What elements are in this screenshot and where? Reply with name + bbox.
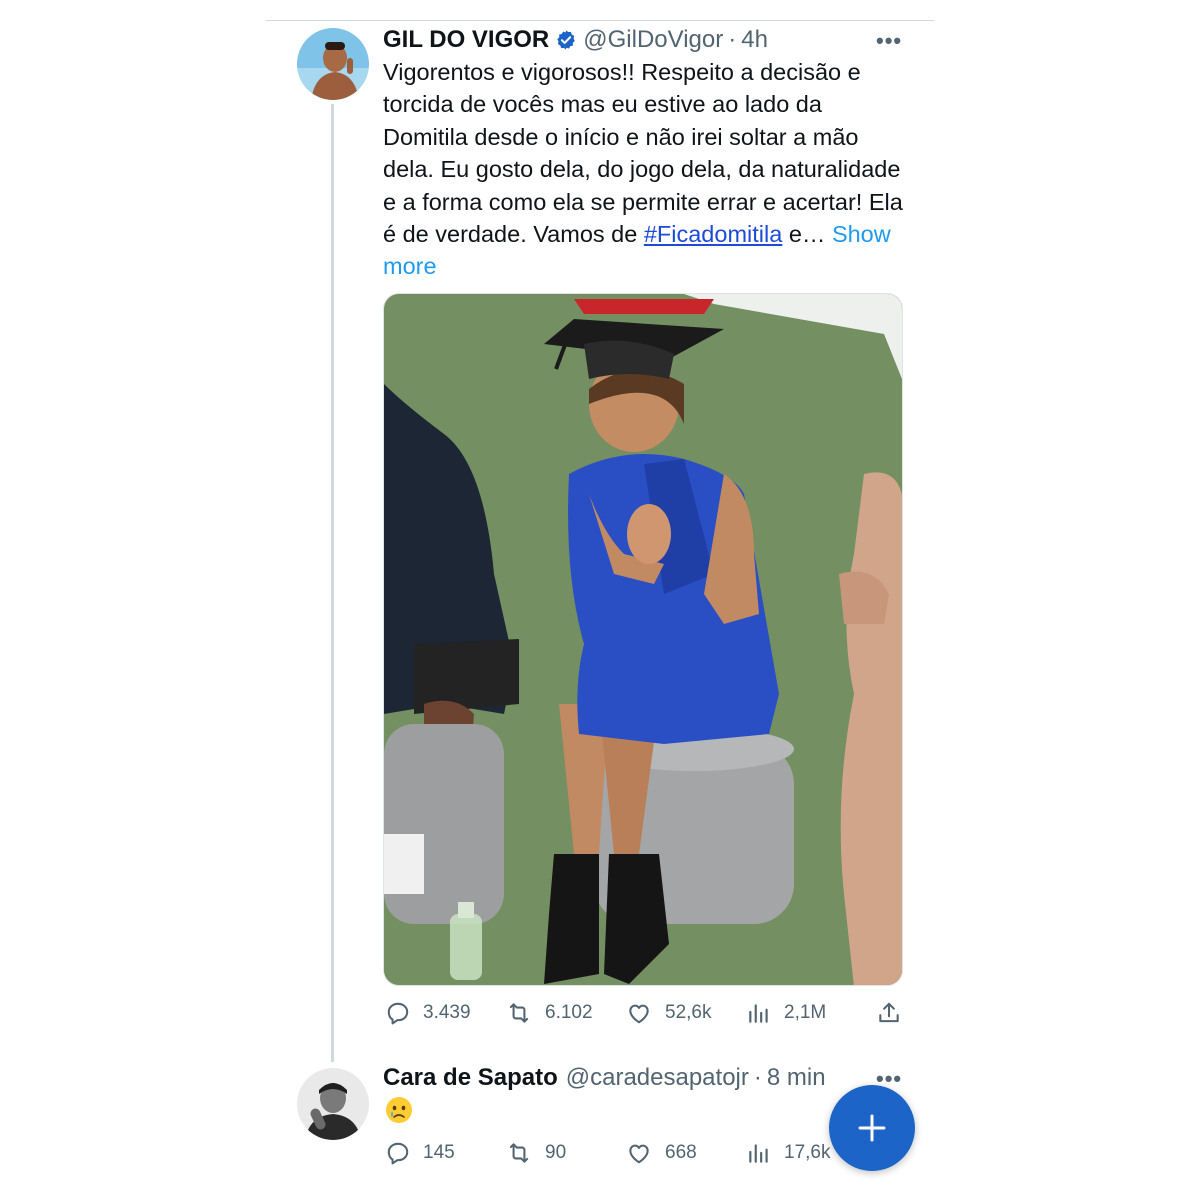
views-count: 2,1M	[784, 1002, 827, 1023]
reply-author-name[interactable]: Cara de Sapato	[383, 1064, 558, 1092]
reply-button[interactable]: 3.439	[385, 1000, 471, 1026]
retweet-icon	[509, 1003, 529, 1023]
author-name[interactable]: GIL DO VIGOR	[383, 26, 549, 54]
views-icon	[749, 1004, 768, 1023]
reply-reply-count: 145	[423, 1142, 455, 1163]
reply-retweet-count: 90	[545, 1142, 567, 1163]
top-divider	[266, 20, 934, 21]
reply-text: 😢	[383, 1094, 423, 1128]
reply-views-count: 17,6k	[784, 1142, 831, 1163]
author-handle[interactable]: @GilDoVigor	[583, 26, 723, 54]
reply-retweet-button[interactable]: 90	[505, 1140, 566, 1166]
verified-badge-icon	[555, 29, 577, 51]
reply-icon	[387, 1142, 409, 1165]
retweet-count: 6.102	[545, 1002, 593, 1023]
avatar-caradesapato[interactable]	[297, 1068, 369, 1140]
crying-face-icon	[386, 1097, 412, 1123]
reply-header: Cara de Sapato @caradesapatojr · 8 min	[383, 1064, 826, 1092]
reply-icon	[387, 1002, 409, 1025]
reply-reply-button[interactable]: 145	[385, 1140, 455, 1166]
tweet-header: GIL DO VIGOR @GilDoVigor · 4h	[383, 26, 768, 54]
tweet-more-options-icon[interactable]: •••	[876, 28, 902, 54]
avatar-gildovigor[interactable]	[297, 28, 369, 100]
tweet-body: Vigorentos e vigorosos!! Respeito a deci…	[383, 56, 913, 283]
retweet-button[interactable]: 6.102	[505, 1000, 593, 1026]
share-icon	[879, 1002, 899, 1023]
tweet-timestamp[interactable]: 4h	[741, 26, 768, 54]
views-button[interactable]: 2,1M	[746, 1000, 826, 1026]
like-icon	[629, 1004, 649, 1024]
share-button[interactable]	[876, 1000, 914, 1026]
reply-header-separator: ·	[753, 1064, 762, 1091]
header-separator: ·	[728, 26, 737, 53]
tweet-text: Vigorentos e vigorosos!! Respeito a deci…	[383, 59, 903, 248]
views-icon	[749, 1144, 768, 1163]
compose-tweet-button[interactable]	[829, 1085, 915, 1171]
like-button[interactable]: 52,6k	[625, 1000, 711, 1026]
thread-connector-line	[331, 104, 334, 1062]
hashtag-link[interactable]: #Ficadomitila	[644, 221, 782, 247]
like-icon	[629, 1144, 649, 1164]
tweet-text-ellipsis: e…	[782, 221, 826, 248]
reply-like-button[interactable]: 668	[625, 1140, 697, 1166]
reply-count: 3.439	[423, 1002, 471, 1023]
reply-author-handle[interactable]: @caradesapatojr	[566, 1064, 749, 1092]
plus-icon	[858, 1114, 886, 1142]
retweet-icon	[509, 1143, 529, 1163]
reply-views-button[interactable]: 17,6k	[746, 1140, 830, 1166]
reply-timestamp[interactable]: 8 min	[767, 1064, 826, 1092]
reply-like-count: 668	[665, 1142, 697, 1163]
tweet-media-image[interactable]	[383, 293, 903, 986]
like-count: 52,6k	[665, 1002, 712, 1023]
